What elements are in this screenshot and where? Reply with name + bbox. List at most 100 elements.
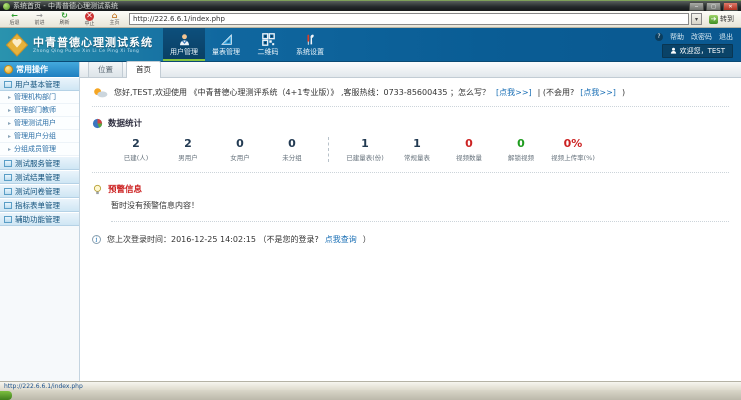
help-link[interactable]: 帮助	[670, 32, 684, 42]
stat-scales-created: 1 已建量表(份)	[339, 137, 391, 162]
go-arrow-icon: ➔	[709, 15, 718, 24]
sidebar-item-manage-org-departments[interactable]: ▸ 管理机构部门	[0, 91, 79, 104]
browser-toolbar: ← 后退 → 前进 ↻ 刷新 ✕ 中止 ⌂ 主页 ▾ ➔ 转到	[0, 11, 741, 28]
site-title-pinyin: Zhong Qing Pu De Xin Li Ce Ping Xi Tong	[33, 49, 153, 54]
main-nav: 用户管理 量表管理	[163, 28, 331, 61]
sidebar-item-manage-test-users[interactable]: ▸ 管理测试用户	[0, 117, 79, 130]
weather-sun-icon	[92, 87, 108, 98]
forward-icon: →	[36, 12, 43, 20]
folder-panel-icon	[4, 81, 12, 88]
minimize-button[interactable]: ─	[689, 2, 704, 11]
stat-female-users: 0 女用户	[214, 137, 266, 162]
sidebar-section-auxiliary-functions[interactable]: 辅助功能管理	[0, 212, 79, 226]
maximize-button[interactable]: □	[706, 2, 721, 11]
site-logo: 中青普德心理测试系统 Zhong Qing Pu De Xin Li Ce Pi…	[0, 28, 159, 61]
site-title: 中青普德心理测试系统	[33, 36, 153, 49]
info-icon: i	[92, 235, 101, 244]
refresh-button[interactable]: ↻ 刷新	[54, 11, 75, 27]
bullet-arrow-icon: ▸	[8, 94, 11, 101]
site-header: 中青普德心理测试系统 Zhong Qing Pu De Xin Li Ce Pi…	[0, 28, 741, 62]
qr-code-icon	[261, 33, 275, 46]
sidebar-section-indicator-forms[interactable]: 指标表单管理	[0, 198, 79, 212]
user-avatar-icon	[670, 47, 677, 54]
stats-title: 数据统计	[108, 117, 142, 129]
stop-button[interactable]: ✕ 中止	[79, 11, 100, 27]
home-panel: 您好,TEST,欢迎使用 《中青普德心理测评系统（4+1专业版）》 ,客服热线：…	[80, 78, 741, 381]
folder-panel-icon	[4, 174, 12, 181]
forward-button[interactable]: → 前进	[29, 11, 50, 27]
sidebar-section-user-management[interactable]: 用户基本管理	[0, 77, 79, 91]
sidebar-section-test-questionnaires[interactable]: 测试问卷管理	[0, 184, 79, 198]
bullet-arrow-icon: ▸	[8, 107, 11, 114]
titlebar: 系统首页 - 中青普德心理测试系统 ─ □ ✕	[0, 0, 741, 11]
start-button[interactable]	[0, 391, 12, 400]
set-square-icon	[219, 33, 233, 46]
person-icon	[177, 33, 191, 46]
bullet-arrow-icon: ▸	[8, 146, 11, 153]
stat-unlocked-videos: 0 解锁视频	[495, 137, 547, 162]
address-bar[interactable]	[129, 13, 689, 25]
browser-logo-icon	[3, 3, 10, 10]
stat-users-total: 2 已建(人)	[110, 137, 162, 162]
logo-shield-icon	[5, 33, 29, 57]
sidebar-item-manage-department-teachers[interactable]: ▸ 管理部门教师	[0, 104, 79, 117]
sidebar-section-test-results[interactable]: 测试结果管理	[0, 170, 79, 184]
help-icon: ?	[655, 33, 663, 41]
sidebar: 常用操作 用户基本管理 ▸ 管理机构部门 ▸ 管理部门教师 ▸ 管理测试用户 ▸…	[0, 62, 80, 381]
home-icon: ⌂	[112, 12, 118, 20]
common-operations-icon	[4, 65, 13, 74]
go-button[interactable]: ➔ 转到	[706, 14, 737, 24]
back-icon: ←	[11, 12, 18, 20]
folder-panel-icon	[4, 160, 12, 167]
nav-tab-qrcode[interactable]: 二维码	[247, 28, 289, 61]
browser-window: 系统首页 - 中青普德心理测试系统 ─ □ ✕ ← 后退 → 前进 ↻ 刷新 ✕…	[0, 0, 741, 400]
status-url: http://222.6.6.1/index.php	[4, 383, 83, 390]
tab-location[interactable]: 位置	[88, 61, 123, 77]
address-dropdown-icon[interactable]: ▾	[691, 13, 702, 25]
stat-video-upload-rate: 0% 视频上传率(%)	[547, 137, 599, 162]
content-tabstrip: 位置 首页	[80, 62, 741, 78]
nav-tab-system-settings[interactable]: 系统设置	[289, 28, 331, 61]
welcome-message: 您好,TEST,欢迎使用 《中青普德心理测评系统（4+1专业版）》 ,客服热线：…	[92, 87, 729, 107]
bullet-arrow-icon: ▸	[8, 133, 11, 140]
tools-icon	[303, 33, 317, 46]
folder-panel-icon	[4, 202, 12, 209]
main-content: 位置 首页 您好,TEST,欢迎使用 《中青普德心理测评系统（4+1专业版）》 …	[80, 62, 741, 381]
nav-tab-user-management[interactable]: 用户管理	[163, 28, 205, 61]
help-video-link-1[interactable]: [点我>>]	[496, 87, 532, 98]
window-title: 系统首页 - 中青普德心理测试系统	[13, 1, 118, 11]
stat-male-users: 2 男用户	[162, 137, 214, 162]
stat-ungrouped-users: 0 未分组	[266, 137, 318, 162]
stop-icon: ✕	[85, 12, 94, 21]
bullet-arrow-icon: ▸	[8, 120, 11, 127]
sidebar-item-manage-user-groups[interactable]: ▸ 管理用户分组	[0, 130, 79, 143]
login-query-link[interactable]: 点我查询	[325, 234, 357, 245]
sidebar-empty-area	[0, 226, 79, 381]
logout-link[interactable]: 退出	[719, 32, 733, 42]
sidebar-section-test-service[interactable]: 测试服务管理	[0, 156, 79, 170]
stats-row: 2 已建(人) 2 男用户 0 女用户 0 未分组	[92, 133, 729, 173]
stat-regular-scales: 1 常规量表	[391, 137, 443, 162]
lightbulb-icon	[92, 184, 103, 195]
stat-video-count: 0 视频数量	[443, 137, 495, 162]
status-bar: http://222.6.6.1/index.php	[0, 381, 741, 390]
back-button[interactable]: ← 后退	[4, 11, 25, 27]
tab-home[interactable]: 首页	[126, 61, 161, 78]
nav-tab-scale-management[interactable]: 量表管理	[205, 28, 247, 61]
folder-panel-icon	[4, 188, 12, 195]
close-button[interactable]: ✕	[723, 2, 738, 11]
last-login-info: i 您上次登录时间：2016-12-25 14:02:15 （不是您的登录? 点…	[92, 234, 729, 245]
home-button[interactable]: ⌂ 主页	[104, 11, 125, 27]
change-password-link[interactable]: 改密码	[691, 32, 712, 42]
stats-divider	[328, 137, 329, 162]
welcome-user-badge: 欢迎您，TEST	[662, 44, 733, 58]
warning-body: 暂时没有预警信息内容！	[111, 200, 729, 222]
refresh-icon: ↻	[61, 12, 68, 20]
help-video-link-2[interactable]: [点我>>]	[580, 87, 616, 98]
sidebar-item-common-operations[interactable]: 常用操作	[0, 62, 79, 77]
pie-chart-icon	[92, 118, 103, 129]
folder-panel-icon	[4, 216, 12, 223]
taskbar	[0, 390, 741, 400]
sidebar-item-group-member-management[interactable]: ▸ 分组成员管理	[0, 143, 79, 156]
warning-title: 预警信息	[108, 183, 142, 195]
